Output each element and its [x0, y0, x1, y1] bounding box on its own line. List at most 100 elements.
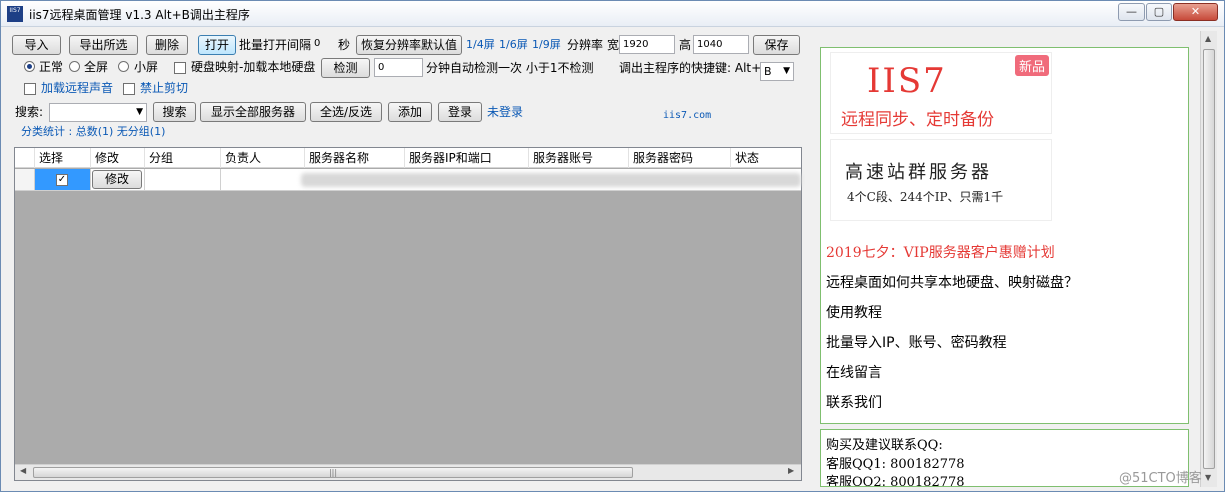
disk-map-checkbox[interactable]: [174, 62, 186, 74]
contact-link[interactable]: 联系我们: [826, 392, 882, 412]
qq2-text: 客服QQ2: 800182778: [826, 475, 965, 487]
show-all-button[interactable]: 显示全部服务器: [200, 102, 306, 122]
disk-map-label: 硬盘映射-加载本地硬盘: [191, 60, 316, 74]
row-indicator-header: [15, 148, 35, 168]
fullscreen-label: 全屏: [84, 60, 109, 74]
batch-interval-label: 批量打开间隔: [239, 38, 312, 52]
screen-ninth-link[interactable]: 1/9屏: [532, 38, 561, 52]
normal-label: 正常: [39, 60, 64, 74]
open-button[interactable]: 打开: [198, 35, 236, 55]
login-status: 未登录: [487, 105, 524, 119]
save-button[interactable]: 保存: [753, 35, 800, 55]
export-selected-button[interactable]: 导出所选: [69, 35, 138, 55]
detect-desc: 分钟自动检测一次 小于1不检测: [426, 61, 594, 75]
remote-sound-checkbox[interactable]: [24, 83, 36, 95]
site-link[interactable]: iis7.com: [663, 109, 711, 123]
column-header[interactable]: 状态: [731, 148, 801, 168]
search-combo[interactable]: ▼: [49, 103, 147, 122]
column-header[interactable]: 服务器IP和端口: [405, 148, 529, 168]
share-disk-link[interactable]: 远程桌面如何共享本地硬盘、映射磁盘？: [826, 272, 1078, 292]
ad-slogan: 远程同步、定时备份: [841, 110, 994, 130]
column-header[interactable]: 服务器名称: [305, 148, 405, 168]
fullscreen-radio[interactable]: [69, 61, 80, 72]
detect-button[interactable]: 检测: [321, 58, 370, 78]
row-checkbox[interactable]: ✓: [56, 174, 68, 186]
backup-ad-banner[interactable]: IIS7 新品 远程同步、定时备份: [830, 52, 1052, 134]
chevron-down-icon[interactable]: ▼: [1205, 473, 1211, 482]
import-button[interactable]: 导入: [12, 35, 61, 55]
title-bar[interactable]: IIS7 iis7远程桌面管理 v1.3 Alt+B调出主程序 — ▢ ✕: [1, 1, 1224, 27]
app-window: IIS7 iis7远程桌面管理 v1.3 Alt+B调出主程序 — ▢ ✕ 导入…: [0, 0, 1225, 492]
cluster-subtitle: 4个C段、244个IP、只需1千: [847, 190, 1004, 204]
close-button[interactable]: ✕: [1173, 3, 1218, 21]
login-button[interactable]: 登录: [438, 102, 482, 122]
batch-import-link[interactable]: 批量导入IP、账号、密码教程: [826, 332, 1007, 352]
column-header[interactable]: 服务器密码: [629, 148, 731, 168]
redacted-blur: [301, 173, 801, 187]
search-button[interactable]: 搜索: [153, 102, 196, 122]
select-all-button[interactable]: 全选/反选: [310, 102, 382, 122]
height-input[interactable]: 1040: [693, 35, 749, 54]
chevron-down-icon: ▼: [783, 66, 790, 76]
add-button[interactable]: 添加: [388, 102, 432, 122]
watermark: @51CTO博客: [1119, 471, 1202, 486]
column-header[interactable]: 负责人: [221, 148, 305, 168]
edit-row-button[interactable]: 修改: [92, 170, 142, 189]
redacted-cells: [221, 169, 801, 191]
height-label: 高: [679, 38, 692, 52]
search-label: 搜索:: [15, 105, 44, 119]
column-header[interactable]: 选择: [35, 148, 91, 168]
iis7-logo: IIS7: [867, 61, 947, 101]
cluster-ad-banner[interactable]: 高速站群服务器 4个C段、244个IP、只需1千: [830, 139, 1052, 221]
window-title: iis7远程桌面管理 v1.3 Alt+B调出主程序: [29, 8, 250, 22]
width-label: 宽: [607, 38, 620, 52]
resolution-label: 分辨率: [567, 38, 604, 52]
app-icon: IIS7: [7, 6, 23, 22]
seconds-label: 秒: [338, 38, 351, 52]
edit-cell: 修改: [91, 169, 145, 191]
chevron-up-icon[interactable]: ▲: [1205, 34, 1211, 43]
chevron-left-icon[interactable]: ◀: [20, 466, 26, 475]
promo-link[interactable]: 2019七夕：VIP服务器客户惠赠计划: [826, 242, 1055, 262]
no-clipboard-label: 禁止剪切: [140, 81, 189, 95]
vertical-scroll-thumb[interactable]: [1203, 49, 1215, 469]
small-label: 小屏: [134, 60, 159, 74]
small-radio[interactable]: [118, 61, 129, 72]
info-panel: IIS7 新品 远程同步、定时备份 高速站群服务器 4个C段、244个IP、只需…: [820, 47, 1189, 424]
batch-interval-input[interactable]: 0: [311, 35, 335, 54]
delete-button[interactable]: 删除: [146, 35, 188, 55]
scroll-thumb[interactable]: |||: [33, 467, 633, 478]
horizontal-scrollbar[interactable]: ◀ ||| ▶: [15, 464, 801, 480]
hotkey-select[interactable]: B ▼: [760, 62, 794, 81]
chevron-down-icon: ▼: [136, 107, 143, 117]
row-indicator: [15, 169, 35, 191]
category-stats: 分类统计 : 总数(1) 无分组(1): [21, 125, 166, 138]
column-header[interactable]: 服务器账号: [529, 148, 629, 168]
column-header[interactable]: 分组: [145, 148, 221, 168]
minimize-button[interactable]: —: [1118, 3, 1145, 21]
cluster-title: 高速站群服务器: [845, 162, 992, 183]
no-clipboard-checkbox[interactable]: [123, 83, 135, 95]
contact-title: 购买及建议联系QQ:: [826, 438, 943, 453]
hotkey-value: B: [764, 65, 772, 78]
remote-sound-label: 加载远程声音: [41, 81, 114, 95]
server-table[interactable]: 选择 修改 分组 负责人 服务器名称 服务器IP和端口 服务器账号 服务器密码 …: [14, 147, 802, 481]
vertical-scrollbar[interactable]: ▲ ▼: [1200, 31, 1217, 487]
tutorial-link[interactable]: 使用教程: [826, 302, 882, 322]
maximize-button[interactable]: ▢: [1146, 3, 1172, 21]
table-header: 选择 修改 分组 负责人 服务器名称 服务器IP和端口 服务器账号 服务器密码 …: [15, 148, 801, 168]
column-header[interactable]: 修改: [91, 148, 145, 168]
normal-radio[interactable]: [24, 61, 35, 72]
message-link[interactable]: 在线留言: [826, 362, 882, 382]
new-badge: 新品: [1014, 55, 1049, 76]
hotkey-label: 调出主程序的快捷键: Alt+: [619, 61, 762, 75]
qq1-text: 客服QQ1: 800182778: [826, 457, 965, 472]
chevron-right-icon[interactable]: ▶: [788, 466, 794, 475]
screen-quarter-link[interactable]: 1/4屏: [466, 38, 495, 52]
select-cell[interactable]: ✓: [35, 169, 91, 191]
width-input[interactable]: 1920: [619, 35, 675, 54]
detect-interval-input[interactable]: 0: [374, 58, 423, 77]
restore-resolution-button[interactable]: 恢复分辨率默认值: [356, 35, 462, 55]
screen-sixth-link[interactable]: 1/6屏: [499, 38, 528, 52]
table-row[interactable]: ✓ 修改: [15, 169, 801, 191]
